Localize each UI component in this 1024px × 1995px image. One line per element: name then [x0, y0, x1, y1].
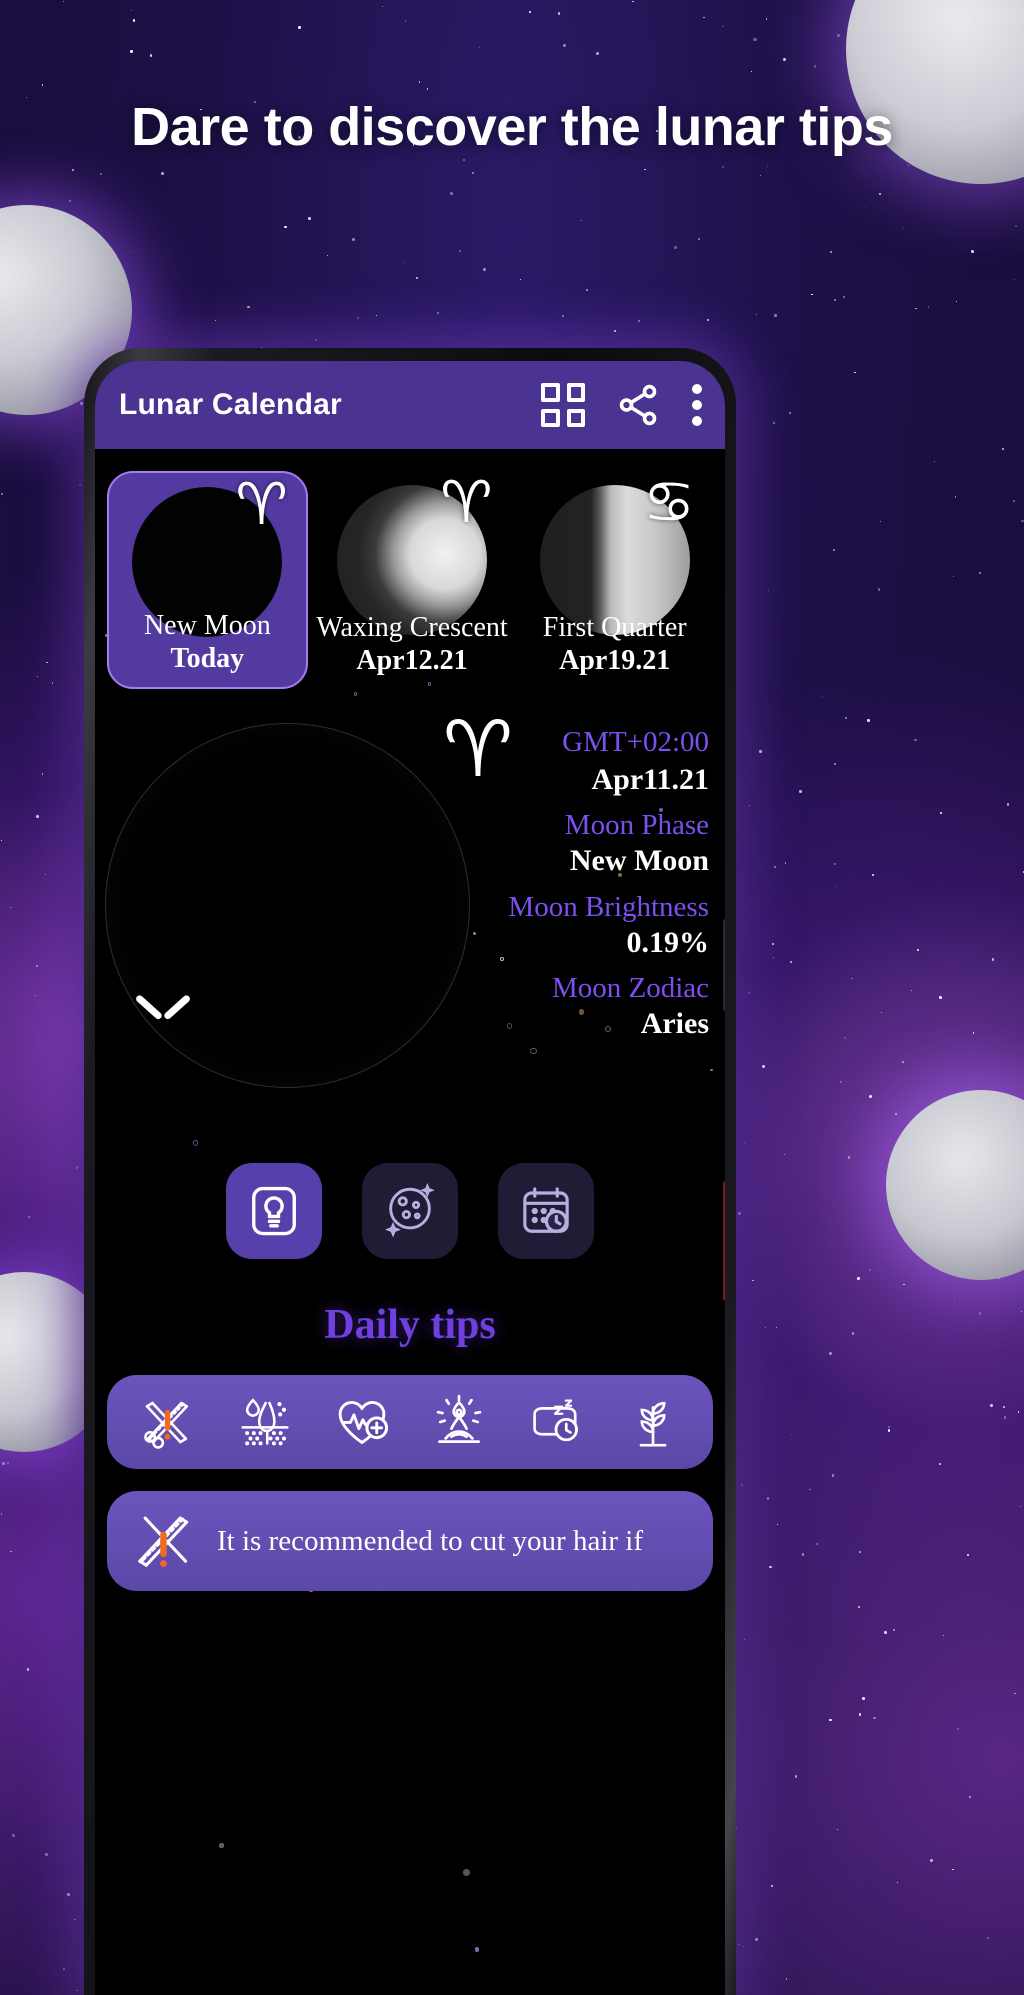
- moon-info-list: GMT+02:00 Apr11.21 Moon Phase New Moon M…: [379, 715, 709, 1043]
- sleep-glyph: [532, 1399, 578, 1442]
- detail-date: Apr11.21: [591, 762, 709, 796]
- moon-zodiac-value: Aries: [640, 1006, 709, 1040]
- tip-card[interactable]: It is recommended to cut your hair if: [107, 1491, 713, 1591]
- daily-tips-heading: Daily tips: [324, 1302, 496, 1348]
- volume-button[interactable]: [723, 919, 725, 1011]
- zodiac-icon-cancer: ♋: [643, 468, 696, 536]
- moon-phase-label: Moon Phase: [564, 809, 709, 842]
- phase-name: New Moon: [143, 609, 271, 641]
- phone-screen: Lunar Calendar ♈ New Moon Today ♈ Waxing…: [95, 361, 725, 1995]
- grid-view-icon[interactable]: [541, 383, 585, 427]
- hair-cut-glyph: [143, 1401, 188, 1449]
- share-icon[interactable]: [615, 382, 661, 428]
- moon-button[interactable]: [362, 1163, 458, 1259]
- skin-care-glyph: [240, 1398, 289, 1446]
- zodiac-icon-aries: ♈: [235, 470, 288, 538]
- moon-phase-value: New Moon: [569, 844, 709, 878]
- meditation-glyph: [436, 1394, 481, 1443]
- action-button-row: [95, 1163, 725, 1259]
- moon-craters-icon: [385, 1182, 435, 1238]
- skin-care-icon[interactable]: [232, 1391, 298, 1453]
- phase-name: Waxing Crescent: [316, 611, 508, 643]
- hair-cut-icon[interactable]: [135, 1391, 201, 1453]
- moon-brightness-label: Moon Brightness: [508, 890, 709, 923]
- timezone-label: GMT+02:00: [562, 726, 709, 758]
- overflow-menu-icon[interactable]: [691, 383, 703, 427]
- grid-view-glyph: [541, 383, 585, 427]
- app-bar: Lunar Calendar: [95, 361, 725, 449]
- hair-cut-glyph: [138, 1516, 189, 1567]
- lightbulb-icon: [252, 1186, 296, 1236]
- plant-icon[interactable]: [620, 1391, 686, 1453]
- phase-date: Apr19.21: [559, 645, 671, 676]
- plant-glyph: [639, 1401, 666, 1447]
- phone-mockup: Lunar Calendar ♈ New Moon Today ♈ Waxing…: [84, 348, 736, 1995]
- hair-cut-icon: [127, 1504, 201, 1578]
- app-title: Lunar Calendar: [119, 388, 342, 421]
- zodiac-icon-aries: ♈: [440, 468, 493, 536]
- moon-detail-panel: ♈ GMT+02:00 Apr11.21 Moon Phase New Moon…: [95, 689, 725, 1159]
- phase-card-waxing-crescent[interactable]: ♈ Waxing Crescent Apr12.21: [314, 471, 511, 689]
- overflow-menu-glyph: [692, 384, 702, 426]
- phase-date: Today: [170, 643, 245, 674]
- meditation-icon[interactable]: [426, 1391, 492, 1453]
- tip-category-bar[interactable]: [107, 1375, 713, 1469]
- calendar-clock-icon: [523, 1187, 569, 1233]
- health-heart-icon[interactable]: [329, 1391, 395, 1453]
- app-content: ♈ New Moon Today ♈ Waxing Crescent Apr12…: [95, 449, 725, 1995]
- promo-headline: Dare to discover the lunar tips: [131, 97, 893, 157]
- tips-bulb-button[interactable]: [226, 1163, 322, 1259]
- moon-brightness-value: 0.19%: [626, 925, 710, 959]
- tip-card-text: It is recommended to cut your hair if: [217, 1524, 644, 1557]
- moon-phase-carousel[interactable]: ♈ New Moon Today ♈ Waxing Crescent Apr12…: [95, 449, 725, 689]
- phase-card-new-moon[interactable]: ♈ New Moon Today: [107, 471, 308, 689]
- sleep-icon[interactable]: [523, 1391, 589, 1453]
- phase-card-first-quarter[interactable]: ♋ First Quarter Apr19.21: [516, 471, 713, 689]
- moon-zodiac-label: Moon Zodiac: [551, 972, 709, 1005]
- phase-name: First Quarter: [542, 611, 687, 643]
- health-heart-glyph: [338, 1400, 388, 1444]
- chevron-down-icon[interactable]: [137, 989, 189, 1019]
- phase-date: Apr12.21: [356, 645, 468, 676]
- share-glyph: [619, 384, 657, 426]
- calendar-clock-button[interactable]: [498, 1163, 594, 1259]
